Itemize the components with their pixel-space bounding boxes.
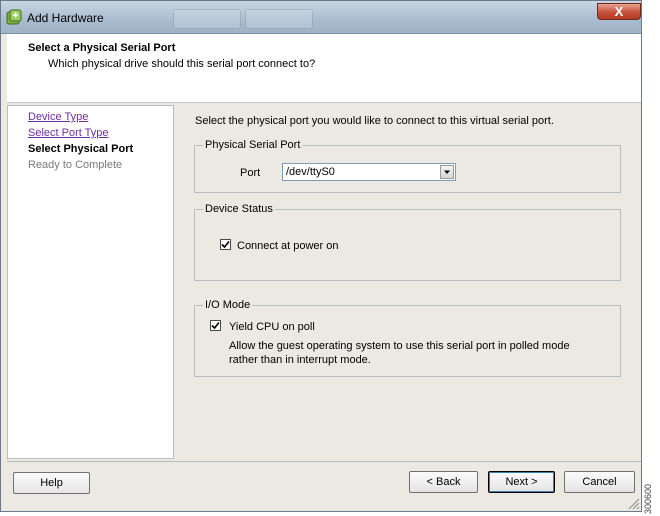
help-button[interactable]: Help	[13, 472, 90, 494]
page-subtitle: Which physical drive should this serial …	[48, 58, 316, 70]
wizard-steps-panel: Device Type Select Port Type Select Phys…	[7, 105, 174, 459]
resize-grip-icon[interactable]	[626, 496, 640, 510]
connect-at-power-on-label[interactable]: Connect at power on	[237, 240, 339, 252]
physical-serial-port-legend: Physical Serial Port	[203, 139, 303, 151]
footer-divider	[7, 461, 641, 462]
back-button[interactable]: < Back	[409, 471, 478, 493]
step-ready-to-complete: Ready to Complete	[28, 159, 123, 171]
add-hardware-dialog: Add Hardware X Select a Physical Serial …	[0, 0, 642, 512]
step-device-type-link[interactable]: Device Type	[28, 111, 88, 123]
next-button[interactable]: Next >	[488, 471, 555, 493]
port-select[interactable]: /dev/ttyS0	[282, 163, 456, 181]
cancel-button[interactable]: Cancel	[564, 471, 635, 493]
figure-id: 300600	[643, 483, 653, 514]
check-icon	[221, 240, 230, 249]
page-title: Select a Physical Serial Port	[28, 42, 176, 54]
port-select-value: /dev/ttyS0	[286, 166, 335, 178]
background-window-button	[245, 9, 313, 29]
background-window-button	[173, 9, 241, 29]
device-status-legend: Device Status	[203, 203, 275, 215]
instruction-text: Select the physical port you would like …	[195, 115, 554, 127]
chevron-down-icon	[444, 170, 450, 174]
hardware-icon	[6, 9, 22, 25]
io-mode-legend: I/O Mode	[203, 299, 253, 311]
title-bar[interactable]: Add Hardware X	[1, 1, 641, 34]
io-mode-description-line: rather than in interrupt mode.	[229, 354, 371, 366]
port-dropdown-button[interactable]	[440, 165, 454, 179]
check-icon	[211, 321, 220, 330]
wizard-header: Select a Physical Serial Port Which phys…	[7, 34, 641, 103]
window-title: Add Hardware	[27, 11, 104, 25]
step-select-physical-port: Select Physical Port	[28, 143, 134, 155]
step-select-port-type-link[interactable]: Select Port Type	[28, 127, 109, 139]
yield-cpu-on-poll-label[interactable]: Yield CPU on poll	[229, 321, 315, 333]
connect-at-power-on-checkbox[interactable]	[220, 239, 231, 250]
port-label: Port	[240, 167, 261, 179]
io-mode-description-line: Allow the guest operating system to use …	[229, 340, 570, 352]
io-mode-description: Allow the guest operating system to use …	[229, 339, 570, 367]
yield-cpu-on-poll-checkbox[interactable]	[210, 320, 221, 331]
close-button[interactable]: X	[597, 3, 641, 20]
